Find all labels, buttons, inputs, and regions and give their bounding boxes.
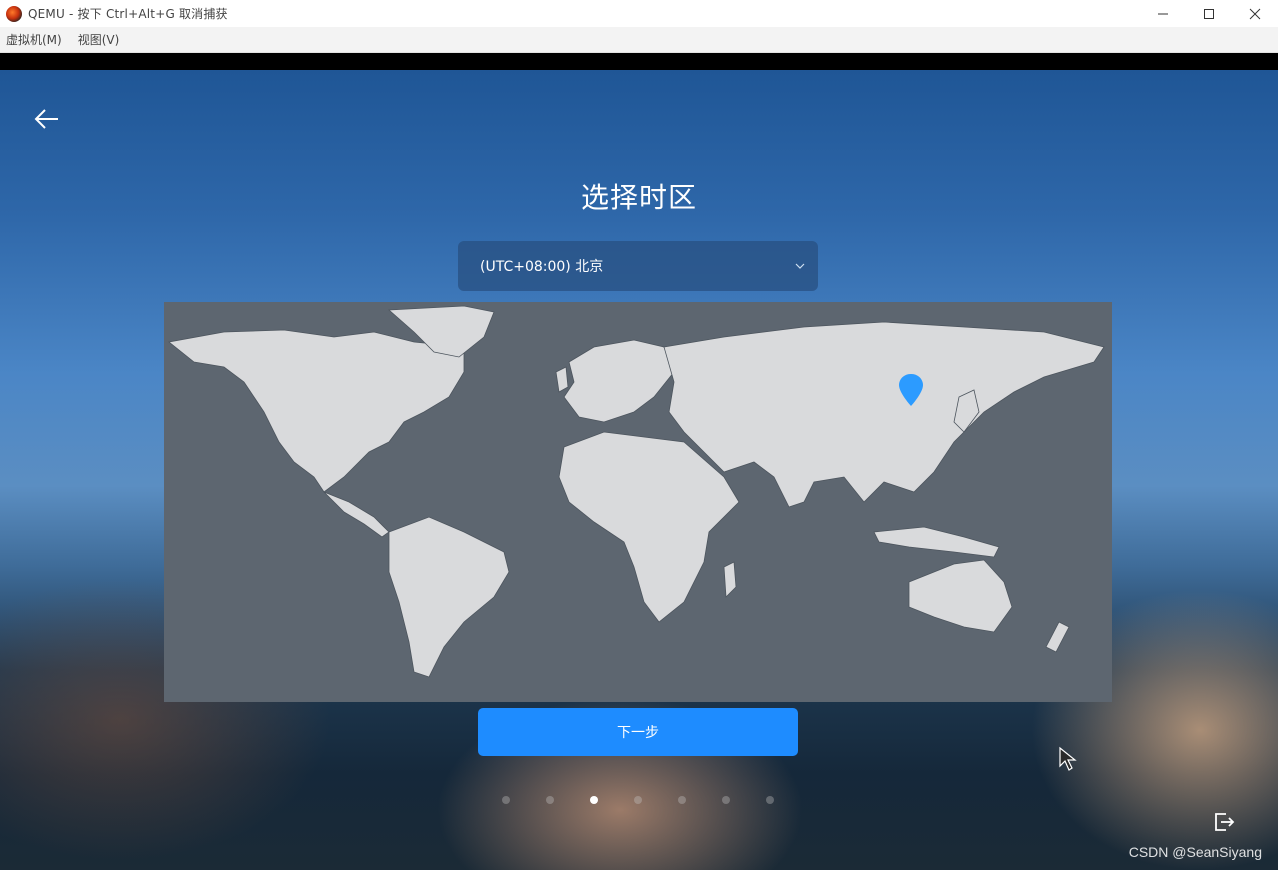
exit-button[interactable] xyxy=(1212,810,1236,834)
watermark-text: CSDN @SeanSiyang xyxy=(1128,844,1262,860)
step-dot xyxy=(502,796,510,804)
uk-shape xyxy=(555,366,569,393)
close-button[interactable] xyxy=(1232,0,1278,27)
europe-shape xyxy=(563,339,675,423)
north-america-shape xyxy=(168,329,465,493)
qemu-logo-icon xyxy=(6,5,22,22)
world-map-graphic xyxy=(168,305,1105,678)
australia-shape xyxy=(908,559,1013,633)
close-icon xyxy=(1249,8,1261,19)
madagascar-shape xyxy=(723,561,737,598)
south-america-shape xyxy=(388,516,510,678)
chevron-down-icon xyxy=(795,263,805,269)
world-map[interactable] xyxy=(164,302,1112,702)
menubar: 虚拟机(M) 视图(V) xyxy=(0,27,1278,53)
step-dot xyxy=(766,796,774,804)
step-indicator xyxy=(0,796,1278,806)
asia-shape xyxy=(663,321,1105,508)
vm-top-border xyxy=(0,53,1278,70)
maximize-icon xyxy=(1204,8,1214,19)
minimize-icon xyxy=(1158,13,1168,14)
step-dot xyxy=(678,796,686,804)
continents xyxy=(168,305,1105,678)
indonesia-shape xyxy=(873,526,1000,558)
minimize-button[interactable] xyxy=(1140,0,1186,27)
back-arrow-icon xyxy=(34,109,58,129)
step-dot-current xyxy=(590,796,598,804)
installer-screen: 选择时区 (UTC+08:00) 北京 下一步 CSDN @SeanSiyang xyxy=(0,70,1278,870)
page-title: 选择时区 xyxy=(580,181,697,214)
timezone-select[interactable]: (UTC+08:00) 北京 xyxy=(458,241,818,291)
maximize-button[interactable] xyxy=(1186,0,1232,27)
central-america-shape xyxy=(323,491,390,538)
step-dot xyxy=(634,796,642,804)
step-dot xyxy=(546,796,554,804)
next-button[interactable]: 下一步 xyxy=(478,708,798,756)
back-button[interactable] xyxy=(32,104,62,134)
menu-vm[interactable]: 虚拟机(M) xyxy=(0,31,68,48)
window-title: QEMU - 按下 Ctrl+Alt+G 取消捕获 xyxy=(28,7,228,21)
exit-icon xyxy=(1215,813,1235,831)
new-zealand-shape xyxy=(1045,621,1070,653)
window-controls xyxy=(1140,0,1278,27)
window-titlebar: QEMU - 按下 Ctrl+Alt+G 取消捕获 xyxy=(0,0,1278,27)
timezone-value: (UTC+08:00) 北京 xyxy=(480,259,604,275)
mouse-cursor-icon xyxy=(1058,746,1078,772)
step-dot xyxy=(722,796,730,804)
menu-view[interactable]: 视图(V) xyxy=(72,31,126,48)
